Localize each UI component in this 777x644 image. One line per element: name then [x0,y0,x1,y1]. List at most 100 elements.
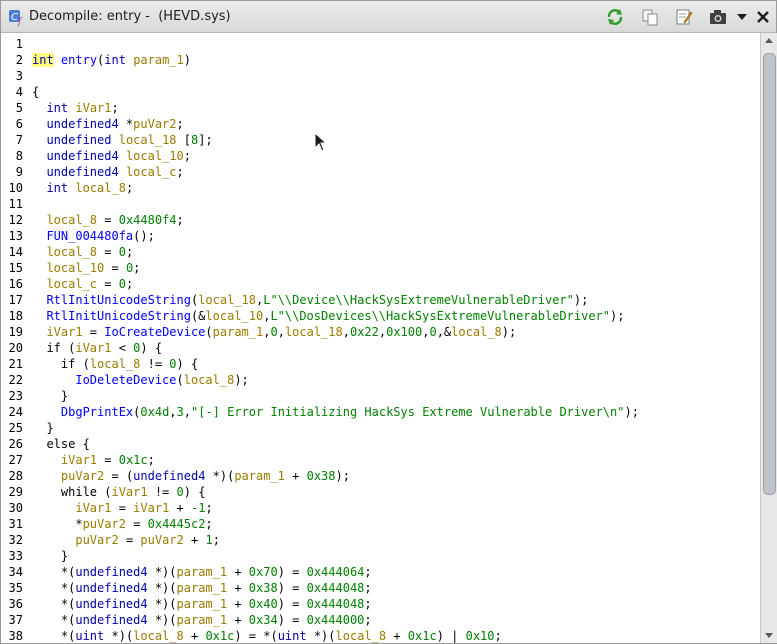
code-token[interactable]: *)( [148,613,177,627]
code-token[interactable]: local_8 [133,629,184,643]
code-text[interactable]: int local_8; [32,180,133,196]
code-token[interactable]: ( [97,485,111,499]
code-token[interactable]: (& [191,309,205,323]
code-token[interactable]: "[-] Error Initializing HackSys Extreme … [191,405,624,419]
code-token[interactable] [119,149,126,163]
close-icon[interactable] [752,6,774,28]
code-text[interactable]: int entry(int param_1) [32,52,191,68]
code-token[interactable]: undefined4 [75,581,147,595]
code-token[interactable] [32,533,75,547]
code-token[interactable]: ; [184,149,191,163]
code-token[interactable]: *)( [148,581,177,595]
code-token[interactable]: + [227,613,249,627]
code-token[interactable]: ) { [184,485,206,499]
code-token[interactable]: entry [61,53,97,67]
code-token[interactable]: local_8 [90,357,141,371]
code-token[interactable]: local_18 [285,325,343,339]
code-token[interactable]: = [119,533,141,547]
code-text[interactable]: local_c = 0; [32,276,133,292]
code-token[interactable]: } [32,549,68,563]
code-token[interactable] [32,213,46,227]
code-token[interactable]: local_8 [75,181,126,195]
code-token[interactable]: (); [133,229,155,243]
code-token[interactable] [32,357,61,371]
code-token[interactable]: != [148,485,177,499]
code-token[interactable]: *( [32,597,75,611]
code-text[interactable]: RtlInitUnicodeString(&local_10,L"\\DosDe… [32,308,624,324]
code-token[interactable]: != [140,357,169,371]
code-token[interactable] [32,437,46,451]
code-token[interactable]: 0x38 [249,581,278,595]
code-text[interactable]: local_10 = 0; [32,260,140,276]
code-token[interactable]: ; [112,101,119,115]
code-text[interactable]: else { [32,436,90,452]
code-token[interactable]: iVar1 [133,501,169,515]
code-token[interactable]: undefined [46,133,111,147]
code-token[interactable] [32,261,46,275]
code-token[interactable]: ; [364,581,371,595]
code-token[interactable]: if [61,357,75,371]
code-token[interactable]: *)( [307,629,336,643]
code-token[interactable]: param_1 [213,325,264,339]
code-token[interactable] [32,341,46,355]
code-token[interactable]: ; [148,453,155,467]
code-token[interactable]: while [61,485,97,499]
code-token[interactable]: ( [61,341,75,355]
code-token[interactable]: ; [126,181,133,195]
code-text[interactable]: IoDeleteDevice(local_8); [32,372,248,388]
code-token[interactable]: = [97,453,119,467]
code-text[interactable]: { [32,84,39,100]
code-token[interactable]: local_10 [126,149,184,163]
code-token[interactable]: + [184,629,206,643]
code-token[interactable]: int [104,53,126,67]
code-token[interactable] [32,501,75,515]
code-text[interactable]: } [32,548,68,564]
code-token[interactable]: FUN_004480fa [46,229,133,243]
code-token[interactable] [32,229,46,243]
code-token[interactable]: + [227,597,249,611]
code-token[interactable]: iVar1 [75,101,111,115]
code-token[interactable]: ) | [437,629,466,643]
code-token[interactable]: ( [75,357,90,371]
code-token[interactable]: * [119,117,133,131]
code-token[interactable]: ; [126,245,133,259]
code-token[interactable]: 0 [119,245,126,259]
code-token[interactable] [32,373,75,387]
code-token[interactable]: RtlInitUnicodeString [46,293,191,307]
code-token[interactable]: = [83,325,105,339]
code-token[interactable]: ; [177,165,184,179]
code-text[interactable]: if (iVar1 < 0) { [32,340,162,356]
code-token[interactable]: 1 [205,533,212,547]
code-token[interactable]: = [97,277,119,291]
code-token[interactable]: int [46,181,68,195]
code-token[interactable]: ; [177,213,184,227]
code-token[interactable]: = [97,213,119,227]
code-token[interactable]: if [46,341,60,355]
code-text[interactable]: } [32,420,53,436]
code-token[interactable]: = [111,501,133,515]
code-token[interactable]: { [75,437,90,451]
code-text[interactable]: if (local_8 != 0) { [32,356,198,372]
code-token[interactable]: 0 [177,485,184,499]
code-token[interactable]: 0x4445c2 [148,517,206,531]
code-token[interactable]: 3 [177,405,184,419]
code-token[interactable] [32,165,46,179]
code-token[interactable]: int [32,53,54,67]
code-token[interactable]: ; [205,501,212,515]
code-token[interactable]: puVar2 [75,533,118,547]
code-token[interactable]: *( [32,629,75,643]
code-listing[interactable]: 1 2 int entry(int param_1) 3 4{5 int iVar1; 6… [1,33,760,643]
code-token[interactable]: ); [610,309,624,323]
code-text[interactable]: int iVar1; [32,100,119,116]
code-token[interactable]: ]; [198,133,212,147]
code-token[interactable]: ) = [278,565,307,579]
code-token[interactable]: * [32,517,82,531]
vertical-scrollbar[interactable] [760,33,777,643]
code-token[interactable]: local_8 [46,245,97,259]
code-token[interactable]: 0x444000 [307,613,365,627]
code-token[interactable]: -1 [191,501,205,515]
code-token[interactable]: IoCreateDevice [104,325,205,339]
code-text[interactable]: local_8 = 0; [32,244,133,260]
code-token[interactable]: = [97,245,119,259]
code-token[interactable]: + [169,501,191,515]
